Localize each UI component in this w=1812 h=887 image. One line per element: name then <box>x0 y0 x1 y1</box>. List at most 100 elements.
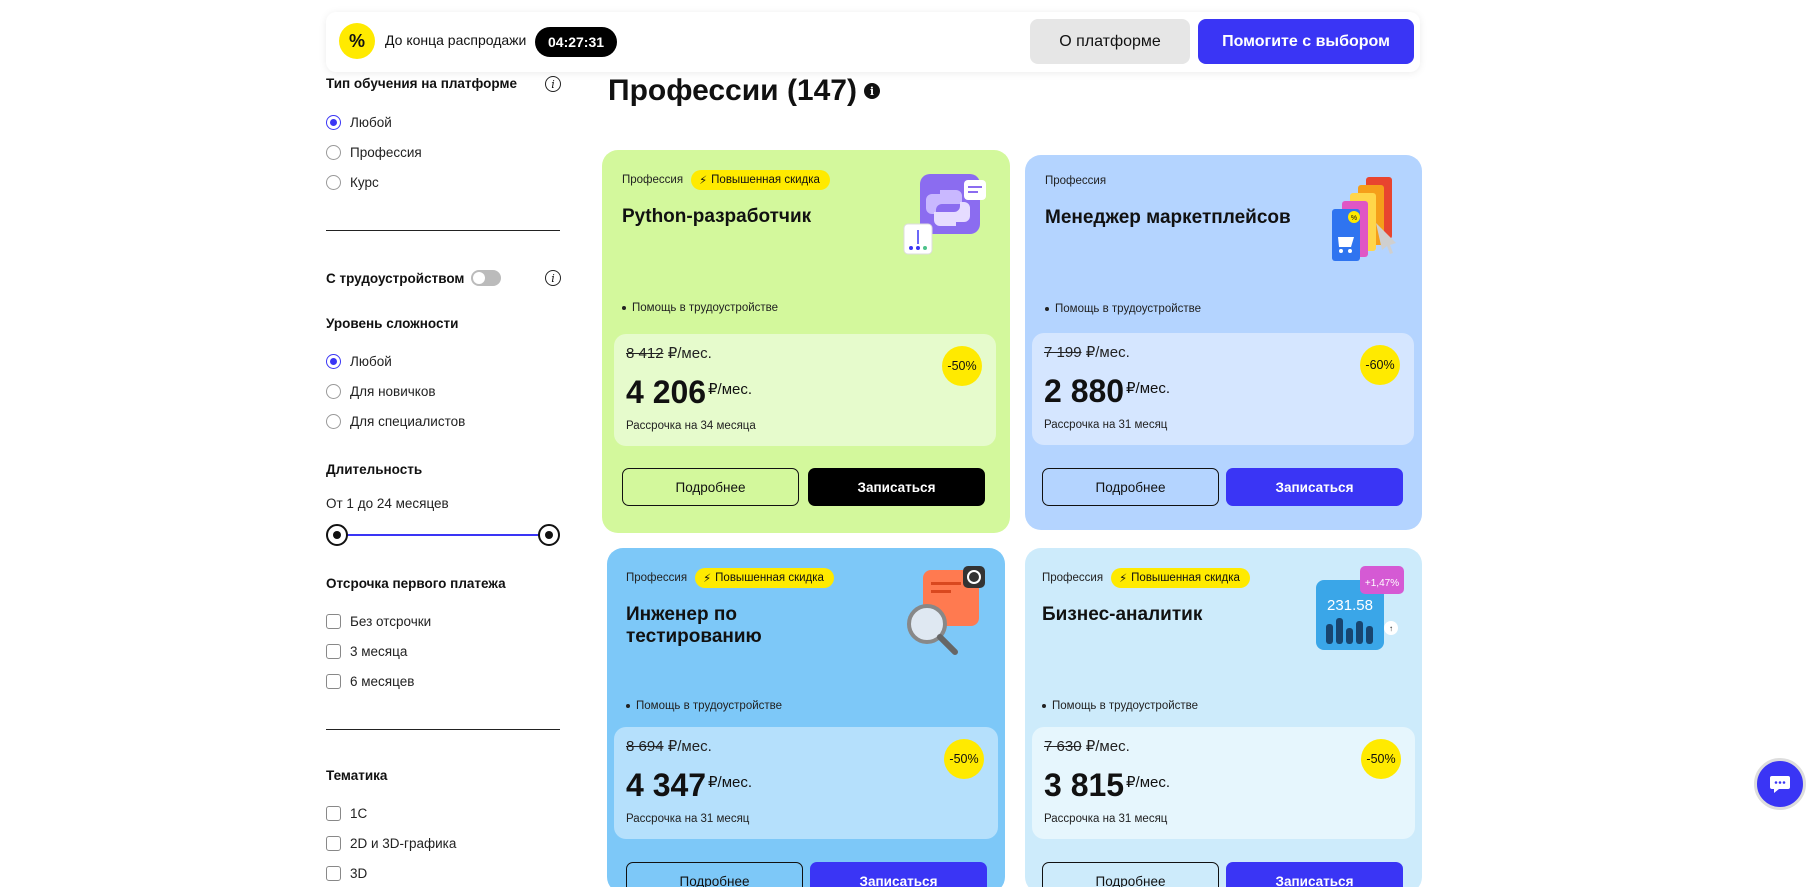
checkbox-deferral-6[interactable]: 6 месяцев <box>326 674 414 689</box>
more-button[interactable]: Подробнее <box>626 862 803 887</box>
new-price: 4 206 <box>626 374 707 410</box>
price-box: 7 199 ₽/мес. 2 880 ₽/мес. Рассрочка на 3… <box>1032 333 1414 445</box>
price-box: 7 630 ₽/мес. 3 815 ₽/мес. Рассрочка на 3… <box>1032 727 1415 839</box>
checkbox[interactable] <box>326 836 341 851</box>
old-price: 7 630 ₽/мес. <box>1044 738 1130 755</box>
analytics-chart-icon: +1,47% 231.58 ↑ <box>1316 566 1404 650</box>
more-button[interactable]: Подробнее <box>1042 862 1219 887</box>
checkbox-label: Без отсрочки <box>350 614 432 629</box>
discount-circle: -50% <box>1361 739 1401 779</box>
course-card[interactable]: Профессия Менеджер маркетплейсов % Помощ… <box>1025 155 1422 530</box>
card-perk: Помощь в трудоустройстве <box>622 302 778 314</box>
lightning-icon: ⚡ <box>703 573 712 585</box>
level-heading: Уровень сложности <box>326 316 459 331</box>
learning-type-heading: Тип обучения на платформе <box>326 76 517 91</box>
card-type-row: Профессия ⚡ Повышенная скидка <box>1042 568 1250 588</box>
svg-text:↑: ↑ <box>1389 624 1393 633</box>
radio-learning-any[interactable]: Любой <box>326 115 392 130</box>
radio-label: Для новичков <box>350 384 436 399</box>
testing-magnifier-icon <box>907 566 985 655</box>
installment-text: Рассрочка на 31 месяц <box>1044 813 1168 825</box>
enroll-button[interactable]: Записаться <box>1226 468 1403 506</box>
course-card[interactable]: Профессия ⚡ Повышенная скидка Бизнес-анал… <box>1025 548 1422 887</box>
card-type-row: Профессия ⚡ Повышенная скидка <box>622 170 830 190</box>
new-price-unit: ₽/мес. <box>708 381 753 398</box>
card-title[interactable]: Python-разработчик <box>622 206 882 228</box>
checkbox-topic-2d3d[interactable]: 2D и 3D-графика <box>326 836 456 851</box>
checkbox-label: 2D и 3D-графика <box>350 836 457 851</box>
info-icon[interactable]: i <box>545 76 561 92</box>
duration-heading: Длительность <box>326 462 423 477</box>
checkbox-label: 6 месяцев <box>350 674 415 689</box>
duration-max-handle[interactable] <box>538 524 560 546</box>
checkbox-topic-1c[interactable]: 1С <box>326 806 367 821</box>
new-price: 2 880 <box>1044 373 1125 409</box>
help-choose-button[interactable]: Помогите с выбором <box>1198 19 1414 64</box>
analytics-value: 231.58 <box>1327 597 1373 614</box>
employment-heading: С трудоустройством <box>326 271 465 286</box>
checkbox[interactable] <box>326 806 341 821</box>
duration-range-text: От 1 до 24 месяцев <box>326 496 449 511</box>
enroll-button[interactable]: Записаться <box>808 468 985 506</box>
checkbox-topic-3d[interactable]: 3D <box>326 866 367 881</box>
discount-circle: -50% <box>942 346 982 386</box>
about-platform-button[interactable]: О платформе <box>1030 19 1190 64</box>
duration-slider-track[interactable] <box>336 534 548 536</box>
course-card[interactable]: Профессия ⚡ Повышенная скидка Инженер по … <box>607 548 1005 887</box>
divider <box>326 230 560 231</box>
card-title[interactable]: Бизнес-аналитик <box>1042 604 1302 626</box>
card-type: Профессия <box>1045 175 1107 187</box>
topic-heading: Тематика <box>326 768 388 783</box>
chat-button[interactable] <box>1754 758 1806 810</box>
price-box: 8 694 ₽/мес. 4 347 ₽/мес. Рассрочка на 3… <box>614 727 998 839</box>
checkbox-deferral-none[interactable]: Без отсрочки <box>326 614 431 629</box>
enroll-button[interactable]: Записаться <box>810 862 987 887</box>
checkbox[interactable] <box>326 644 341 659</box>
radio-button[interactable] <box>326 414 341 429</box>
sale-timer: 04:27:31 <box>535 27 618 57</box>
card-title[interactable]: Менеджер маркетплейсов <box>1045 207 1305 229</box>
new-price: 4 347 <box>626 767 707 803</box>
radio-label: Курс <box>350 175 379 190</box>
checkbox[interactable] <box>326 674 341 689</box>
new-price-unit: ₽/мес. <box>708 774 753 791</box>
lightning-icon: ⚡ <box>1119 573 1128 585</box>
card-type: Профессия <box>626 572 688 584</box>
discount-badge: ⚡ Повышенная скидка <box>1111 568 1250 588</box>
installment-text: Рассрочка на 31 месяц <box>626 813 750 825</box>
more-button[interactable]: Подробнее <box>1042 468 1219 506</box>
radio-label: Любой <box>350 354 392 369</box>
duration-min-handle[interactable] <box>326 524 348 546</box>
more-button[interactable]: Подробнее <box>622 468 799 506</box>
radio-button[interactable] <box>326 175 341 190</box>
checkbox-deferral-3[interactable]: 3 месяца <box>326 644 407 659</box>
installment-text: Рассрочка на 34 месяца <box>626 420 756 432</box>
radio-level-specialist[interactable]: Для специалистов <box>326 414 465 429</box>
card-type: Профессия <box>1042 572 1104 584</box>
analytics-delta: +1,47% <box>1365 578 1399 589</box>
svg-text:%: % <box>1351 215 1357 222</box>
checkbox[interactable] <box>326 866 341 881</box>
radio-learning-profession[interactable]: Профессия <box>326 145 422 160</box>
card-title[interactable]: Инженер по тестированию <box>626 604 826 648</box>
radio-button[interactable] <box>326 115 341 130</box>
info-icon[interactable]: i <box>864 83 880 99</box>
radio-learning-course[interactable]: Курс <box>326 175 379 190</box>
enroll-button[interactable]: Записаться <box>1226 862 1403 887</box>
info-icon[interactable]: i <box>545 270 561 286</box>
radio-level-beginner[interactable]: Для новичков <box>326 384 436 399</box>
radio-button[interactable] <box>326 354 341 369</box>
marketplace-icon: % <box>1332 177 1396 261</box>
radio-button[interactable] <box>326 384 341 399</box>
old-price: 8 412 ₽/мес. <box>626 345 712 362</box>
new-price-unit: ₽/мес. <box>1126 774 1171 791</box>
badge-label: Повышенная скидка <box>715 572 824 584</box>
discount-circle: -50% <box>944 739 984 779</box>
new-price: 3 815 <box>1044 767 1125 803</box>
discount-circle: -60% <box>1360 345 1400 385</box>
employment-toggle[interactable] <box>471 270 501 286</box>
course-card[interactable]: Профессия ⚡ Повышенная скидка Python-разр… <box>602 150 1010 533</box>
checkbox[interactable] <box>326 614 341 629</box>
radio-level-any[interactable]: Любой <box>326 354 392 369</box>
radio-button[interactable] <box>326 145 341 160</box>
